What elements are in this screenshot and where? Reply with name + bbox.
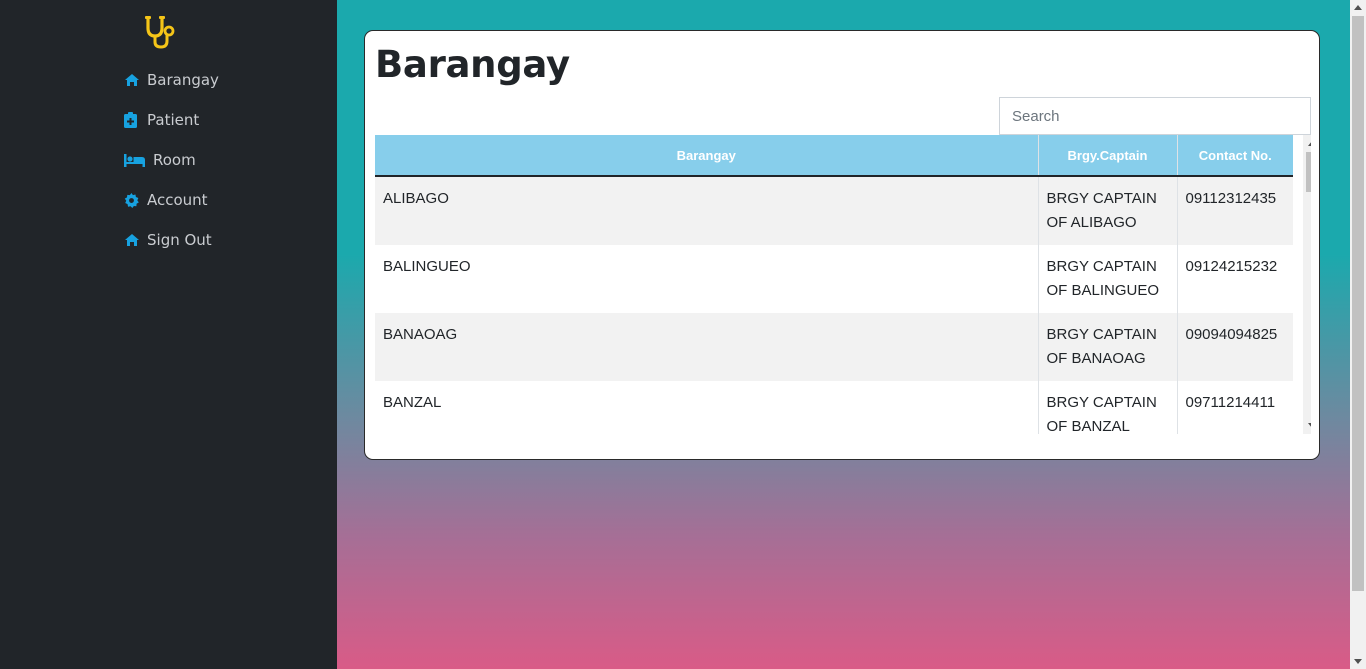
cell-captain: BRGY CAPTAIN OF BANZAL [1038, 381, 1178, 434]
page-scrollbar[interactable] [1350, 0, 1366, 669]
scroll-down-icon[interactable] [1308, 423, 1311, 428]
table-scrollbar[interactable] [1303, 135, 1311, 434]
sidebar: Barangay Patient Room Account Sign Out [0, 0, 337, 669]
gear-icon [124, 192, 142, 208]
scrollbar-thumb[interactable] [1306, 152, 1311, 192]
scrollbar-thumb[interactable] [1352, 16, 1364, 591]
sidebar-item-label: Room [153, 151, 196, 169]
cell-barangay: BANAOAG [375, 313, 1039, 381]
home-icon [124, 72, 142, 88]
cell-contact: 09112312435 [1177, 176, 1293, 245]
cell-barangay: BALINGUEO [375, 245, 1039, 313]
barangay-table: Barangay Brgy.Captain Contact No. ALIBAG… [375, 135, 1293, 434]
column-header-barangay[interactable]: Barangay [375, 135, 1039, 177]
home-icon [124, 232, 142, 248]
clipboard-plus-icon [124, 112, 142, 128]
sidebar-item-sign-out[interactable]: Sign Out [124, 220, 219, 260]
sidebar-item-patient[interactable]: Patient [124, 100, 219, 140]
page-title: Barangay [375, 43, 570, 86]
sidebar-item-label: Account [147, 191, 208, 209]
cell-barangay: ALIBAGO [375, 176, 1039, 245]
column-header-captain[interactable]: Brgy.Captain [1038, 135, 1178, 177]
sidebar-item-account[interactable]: Account [124, 180, 219, 220]
search-input[interactable] [999, 97, 1311, 135]
cell-contact: 09094094825 [1177, 313, 1293, 381]
scroll-down-icon[interactable] [1354, 659, 1362, 664]
cell-barangay: BANZAL [375, 381, 1039, 434]
cell-captain: BRGY CAPTAIN OF ALIBAGO [1038, 176, 1178, 245]
cell-contact: 09711214411 [1177, 381, 1293, 434]
table-row[interactable]: BALINGUEO BRGY CAPTAIN OF BALINGUEO 0912… [375, 245, 1293, 313]
table-header-row: Barangay Brgy.Captain Contact No. [375, 135, 1293, 177]
table-row[interactable]: BANAOAG BRGY CAPTAIN OF BANAOAG 09094094… [375, 313, 1293, 381]
table-row[interactable]: ALIBAGO BRGY CAPTAIN OF ALIBAGO 09112312… [375, 176, 1293, 245]
table-row[interactable]: BANZAL BRGY CAPTAIN OF BANZAL 0971121441… [375, 381, 1293, 434]
scroll-up-icon[interactable] [1308, 141, 1311, 146]
cell-contact: 09124215232 [1177, 245, 1293, 313]
sidebar-item-label: Patient [147, 111, 200, 129]
stethoscope-icon[interactable] [143, 14, 179, 50]
barangay-card: Barangay Barangay Brgy.Captain Contact N… [364, 30, 1320, 460]
table-container[interactable]: Barangay Brgy.Captain Contact No. ALIBAG… [375, 135, 1311, 434]
cell-captain: BRGY CAPTAIN OF BALINGUEO [1038, 245, 1178, 313]
sidebar-item-label: Sign Out [147, 231, 212, 249]
sidebar-nav: Barangay Patient Room Account Sign Out [124, 60, 219, 260]
cell-captain: BRGY CAPTAIN OF BANAOAG [1038, 313, 1178, 381]
sidebar-item-barangay[interactable]: Barangay [124, 60, 219, 100]
sidebar-item-room[interactable]: Room [124, 140, 219, 180]
column-header-contact[interactable]: Contact No. [1177, 135, 1293, 177]
bed-icon [124, 152, 148, 168]
sidebar-item-label: Barangay [147, 71, 219, 89]
scroll-up-icon[interactable] [1354, 5, 1362, 10]
